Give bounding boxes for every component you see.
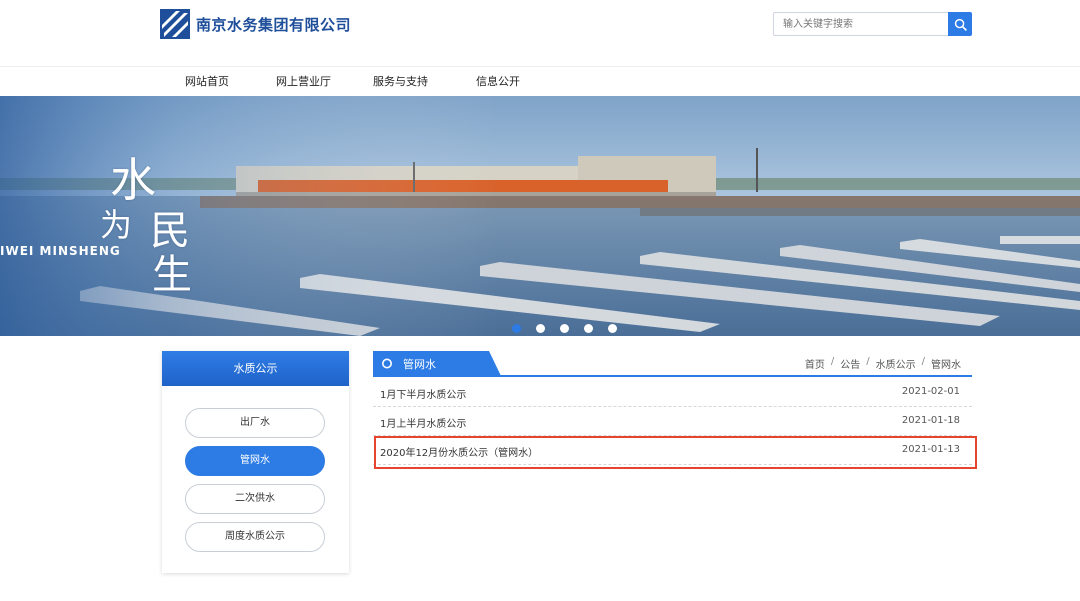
logo-text: 南京水务集团有限公司 <box>196 15 352 34</box>
search-icon <box>954 18 967 31</box>
nav-item-info-disclosure[interactable]: 信息公开 <box>476 73 520 89</box>
sidebar: 水质公示 出厂水 管网水 二次供水 周度水质公示 <box>162 351 349 573</box>
tab-pipe-network-water[interactable]: 管网水 <box>403 356 436 372</box>
list-item-date: 2021-01-18 <box>901 415 960 426</box>
breadcrumb-notice[interactable]: 公告 <box>840 356 860 371</box>
sidebar-item-factory-water[interactable]: 出厂水 <box>185 408 325 438</box>
hero-banner[interactable]: 水 为 民 生 IWEI MINSHENG <box>0 96 1080 336</box>
list-item-title[interactable]: 1月下半月水质公示 <box>380 386 466 401</box>
logo-icon <box>160 9 190 39</box>
search-box <box>773 12 972 36</box>
sidebar-item-weekly-quality[interactable]: 周度水质公示 <box>185 522 325 552</box>
tab-background <box>373 351 501 376</box>
list-item-title[interactable]: 2020年12月份水质公示（管网水） <box>380 444 538 459</box>
banner-calligraphy-2: 为 <box>100 206 133 244</box>
sidebar-title: 水质公示 <box>162 351 349 386</box>
banner-dot-4[interactable] <box>584 324 593 333</box>
breadcrumb-water-quality[interactable]: 水质公示 <box>876 356 916 371</box>
list-item[interactable]: 1月下半月水质公示 2021-02-01 <box>373 378 972 407</box>
list-item[interactable]: 1月上半月水质公示 2021-01-18 <box>373 407 972 436</box>
list-item[interactable]: 2020年12月份水质公示（管网水） 2021-01-13 <box>373 436 972 465</box>
main-nav: 网站首页 网上营业厅 服务与支持 信息公开 <box>0 67 1080 96</box>
search-button[interactable] <box>948 12 972 36</box>
list-item-title[interactable]: 1月上半月水质公示 <box>380 415 466 430</box>
breadcrumb-current: 管网水 <box>931 360 961 371</box>
site-header: 南京水务集团有限公司 <box>0 0 1080 66</box>
nav-item-home[interactable]: 网站首页 <box>185 73 229 89</box>
list-item-date: 2021-02-01 <box>901 386 960 397</box>
list-item-date: 2021-01-13 <box>901 444 960 455</box>
site-logo[interactable]: 南京水务集团有限公司 <box>160 9 351 39</box>
banner-dot-2[interactable] <box>536 324 545 333</box>
sidebar-item-secondary-supply[interactable]: 二次供水 <box>185 484 325 514</box>
banner-dot-1[interactable] <box>512 324 521 333</box>
breadcrumb: 首页 / 公告 / 水质公示 / 管网水 <box>805 356 961 371</box>
breadcrumb-separator: / <box>830 356 835 367</box>
banner-dot-5[interactable] <box>608 324 617 333</box>
nav-item-online-hall[interactable]: 网上营业厅 <box>276 73 331 89</box>
search-input[interactable] <box>773 12 948 36</box>
sidebar-item-pipe-network-water[interactable]: 管网水 <box>185 446 325 476</box>
list-header: 管网水 首页 / 公告 / 水质公示 / 管网水 <box>373 351 972 377</box>
breadcrumb-home[interactable]: 首页 <box>805 356 825 371</box>
banner-dot-3[interactable] <box>560 324 569 333</box>
banner-slogan-pinyin: IWEI MINSHENG <box>0 244 121 258</box>
breadcrumb-separator: / <box>921 356 925 367</box>
banner-calligraphy-4: 生 <box>152 252 192 298</box>
nav-item-service-support[interactable]: 服务与支持 <box>373 73 428 89</box>
breadcrumb-separator: / <box>866 356 870 367</box>
banner-pagination <box>512 324 632 333</box>
